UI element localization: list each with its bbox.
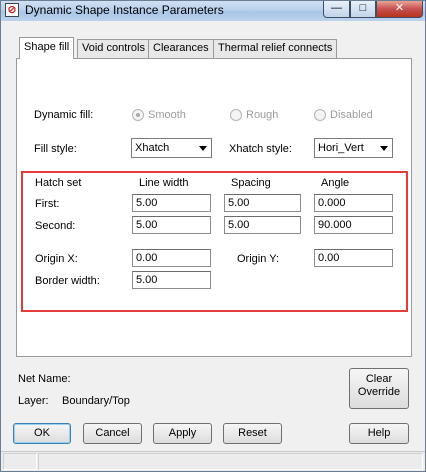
clear-override-line1: Clear — [365, 373, 393, 385]
app-icon: ⊘ — [5, 3, 19, 17]
first-spacing-input[interactable]: 5.00 — [224, 194, 301, 212]
title-bar[interactable]: ⊘ Dynamic Shape Instance Parameters — □ … — [1, 1, 425, 21]
smooth-label: Smooth — [148, 109, 186, 121]
border-width-label: Border width: — [35, 275, 100, 287]
border-width-input[interactable]: 5.00 — [132, 271, 211, 289]
disabled-label: Disabled — [330, 109, 373, 121]
second-spacing-input[interactable]: 5.00 — [224, 216, 301, 234]
tab-clearances[interactable]: Clearances — [148, 39, 214, 58]
ok-button[interactable]: OK — [13, 423, 71, 444]
dialog-window: ⊘ Dynamic Shape Instance Parameters — □ … — [0, 0, 426, 472]
chevron-down-icon — [380, 146, 388, 151]
apply-button[interactable]: Apply — [153, 423, 212, 444]
help-button[interactable]: Help — [349, 423, 409, 444]
xhatch-style-value: Hori_Vert — [318, 142, 364, 154]
close-button[interactable]: ✕ — [376, 1, 423, 18]
xhatch-style-label: Xhatch style: — [229, 143, 292, 155]
second-angle-input[interactable]: 90.000 — [314, 216, 393, 234]
status-bar — [1, 452, 425, 471]
xhatch-style-select[interactable]: Hori_Vert — [314, 138, 393, 158]
line-width-header: Line width — [139, 177, 189, 189]
origin-x-label: Origin X: — [35, 253, 78, 265]
tab-void-controls[interactable]: Void controls — [77, 39, 150, 58]
clear-override-line2: Override — [357, 386, 401, 398]
maximize-button[interactable]: □ — [350, 1, 376, 18]
origin-y-input[interactable]: 0.00 — [314, 249, 393, 267]
cancel-button[interactable]: Cancel — [83, 423, 142, 444]
rough-radio[interactable] — [230, 109, 242, 121]
origin-y-label: Origin Y: — [237, 253, 279, 265]
minimize-button[interactable]: — — [323, 1, 350, 18]
first-label: First: — [35, 198, 60, 210]
spacing-header: Spacing — [231, 177, 271, 189]
tab-shape-fill[interactable]: Shape fill — [19, 37, 75, 59]
smooth-radio[interactable] — [132, 109, 144, 121]
fill-style-select[interactable]: Xhatch — [131, 138, 212, 158]
status-cell — [38, 453, 423, 470]
first-line-width-input[interactable]: 5.00 — [132, 194, 211, 212]
hatch-highlight-box — [21, 171, 408, 312]
layer-value: Boundary/Top — [62, 395, 130, 407]
hatch-set-header: Hatch set — [35, 177, 82, 189]
layer-label: Layer: — [18, 395, 49, 407]
dynamic-fill-label: Dynamic fill: — [34, 109, 94, 121]
disabled-radio[interactable] — [314, 109, 326, 121]
window-title: Dynamic Shape Instance Parameters — [25, 3, 224, 17]
net-name-label: Net Name: — [18, 373, 71, 385]
origin-x-input[interactable]: 0.00 — [132, 249, 211, 267]
tab-thermal-relief-connects[interactable]: Thermal relief connects — [213, 39, 338, 58]
clear-override-button[interactable]: Clear Override — [349, 368, 409, 409]
rough-label: Rough — [246, 109, 279, 121]
fill-style-value: Xhatch — [135, 142, 170, 154]
chevron-down-icon — [199, 146, 207, 151]
status-cell — [3, 453, 37, 470]
angle-header: Angle — [321, 177, 350, 189]
fill-style-label: Fill style: — [34, 143, 77, 155]
second-label: Second: — [35, 220, 76, 232]
second-line-width-input[interactable]: 5.00 — [132, 216, 211, 234]
first-angle-input[interactable]: 0.000 — [314, 194, 393, 212]
reset-button[interactable]: Reset — [223, 423, 282, 444]
